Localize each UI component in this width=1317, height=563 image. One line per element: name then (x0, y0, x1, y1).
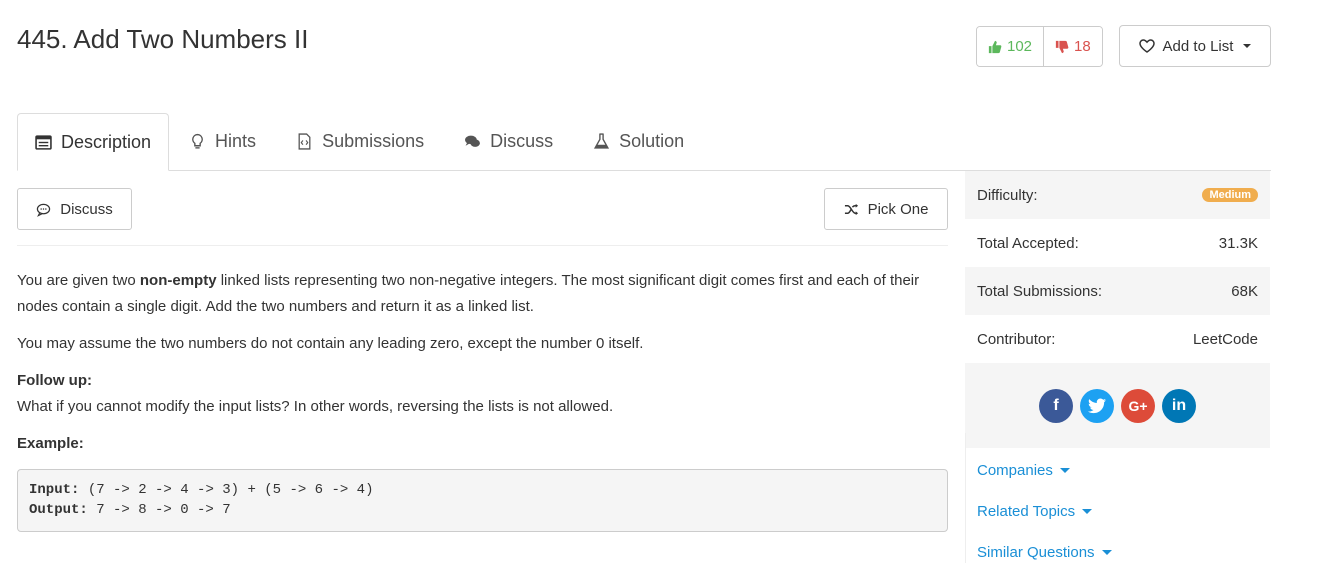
tab-label: Hints (215, 131, 257, 151)
description-paragraph-2: You may assume the two numbers do not co… (17, 335, 644, 352)
tab-label: Solution (619, 131, 685, 151)
linkedin-icon[interactable]: in (1162, 388, 1196, 423)
upvote-button[interactable]: 102 (977, 27, 1044, 66)
follow-up-section: Follow up: What if you cannot modify the… (17, 368, 952, 420)
total-accepted-row: Total Accepted: 31.3K (965, 219, 1270, 267)
pick-one-label: Pick One (867, 200, 929, 218)
discuss-button[interactable]: Discuss (17, 188, 132, 230)
facebook-icon[interactable]: f (1039, 388, 1073, 423)
flask-icon (594, 133, 610, 149)
problem-title: 445. Add Two Numbers II (17, 24, 309, 54)
comment-icon (37, 203, 51, 217)
code-input-label: Input: (29, 482, 80, 498)
caret-down-icon (1082, 509, 1093, 514)
problem-tabs: Description Hints Submissions Discuss So… (17, 113, 1271, 171)
code-output-line: Output: 7 -> 8 -> 0 -> 7 (29, 500, 936, 520)
add-to-list-button[interactable]: Add to List (1119, 25, 1271, 67)
tab-discuss[interactable]: Discuss (444, 113, 573, 170)
sidebar-divider (965, 433, 966, 563)
total-submissions-label: Total Submissions: (977, 282, 1103, 300)
code-file-icon (298, 133, 311, 150)
thumbs-down-icon (1055, 40, 1069, 53)
problem-sidebar: Difficulty: Medium Total Accepted: 31.3K… (965, 171, 1270, 563)
tab-description[interactable]: Description (17, 113, 170, 171)
similar-questions-label: Similar Questions (977, 544, 1095, 561)
description-icon (35, 134, 52, 150)
difficulty-badge: Medium (1202, 188, 1258, 202)
total-submissions-value: 68K (1231, 282, 1258, 300)
code-input-line: Input: (7 -> 2 -> 4 -> 3) + (5 -> 6 -> 4… (29, 480, 936, 500)
lightbulb-icon (192, 133, 203, 149)
tab-label: Description (61, 131, 152, 152)
twitter-icon[interactable] (1080, 388, 1114, 423)
contributor-row: Contributor: LeetCode (965, 315, 1270, 363)
companies-link[interactable]: Companies (965, 450, 1270, 491)
code-output-value: 7 -> 8 -> 0 -> 7 (87, 502, 231, 518)
text-segment: You are given two (17, 272, 140, 289)
content-divider (17, 245, 948, 246)
shuffle-icon (844, 203, 858, 215)
discuss-button-label: Discuss (60, 200, 113, 218)
contributor-value: LeetCode (1192, 330, 1258, 348)
code-output-label: Output: (29, 502, 88, 518)
code-input-value: (7 -> 2 -> 4 -> 3) + (5 -> 6 -> 4) (79, 482, 374, 498)
vote-group: 102 18 (976, 26, 1103, 67)
example-label: Example: (17, 435, 84, 452)
difficulty-label: Difficulty: (977, 186, 1038, 204)
example-code-block: Input: (7 -> 2 -> 4 -> 3) + (5 -> 6 -> 4… (17, 469, 948, 532)
caret-down-icon (1101, 550, 1112, 555)
caret-down-icon (1059, 468, 1070, 473)
tab-hints[interactable]: Hints (169, 113, 276, 170)
tab-submissions[interactable]: Submissions (276, 113, 444, 170)
tab-label: Submissions (322, 131, 425, 151)
total-accepted-value: 31.3K (1218, 234, 1258, 252)
bold-text: non-empty (139, 272, 217, 289)
downvote-button[interactable]: 18 (1043, 27, 1102, 66)
companies-label: Companies (977, 462, 1053, 479)
follow-up-text: What if you cannot modify the input list… (17, 398, 614, 415)
contributor-label: Contributor: (977, 330, 1056, 348)
similar-questions-link[interactable]: Similar Questions (965, 532, 1270, 563)
social-share-bar: f G+ in (965, 363, 1270, 448)
downvote-count: 18 (1074, 38, 1091, 55)
tab-label: Discuss (490, 131, 554, 151)
thumbs-up-icon (988, 40, 1002, 53)
related-topics-label: Related Topics (977, 503, 1076, 520)
description-paragraph-1: You are given two non-empty linked lists… (17, 268, 952, 320)
pick-one-button[interactable]: Pick One (824, 188, 948, 230)
add-to-list-label: Add to List (1162, 37, 1234, 55)
total-submissions-row: Total Submissions: 68K (965, 267, 1270, 315)
google-plus-icon[interactable]: G+ (1121, 388, 1155, 423)
heart-icon (1138, 39, 1155, 53)
comments-icon (465, 135, 481, 147)
difficulty-row: Difficulty: Medium (965, 171, 1270, 219)
problem-description: You are given two non-empty linked lists… (17, 268, 952, 457)
tab-solution[interactable]: Solution (573, 113, 704, 170)
upvote-count: 102 (1007, 38, 1033, 55)
related-topics-link[interactable]: Related Topics (965, 491, 1270, 532)
follow-up-label: Follow up: (17, 372, 92, 389)
total-accepted-label: Total Accepted: (977, 234, 1079, 252)
caret-down-icon (1243, 44, 1252, 48)
